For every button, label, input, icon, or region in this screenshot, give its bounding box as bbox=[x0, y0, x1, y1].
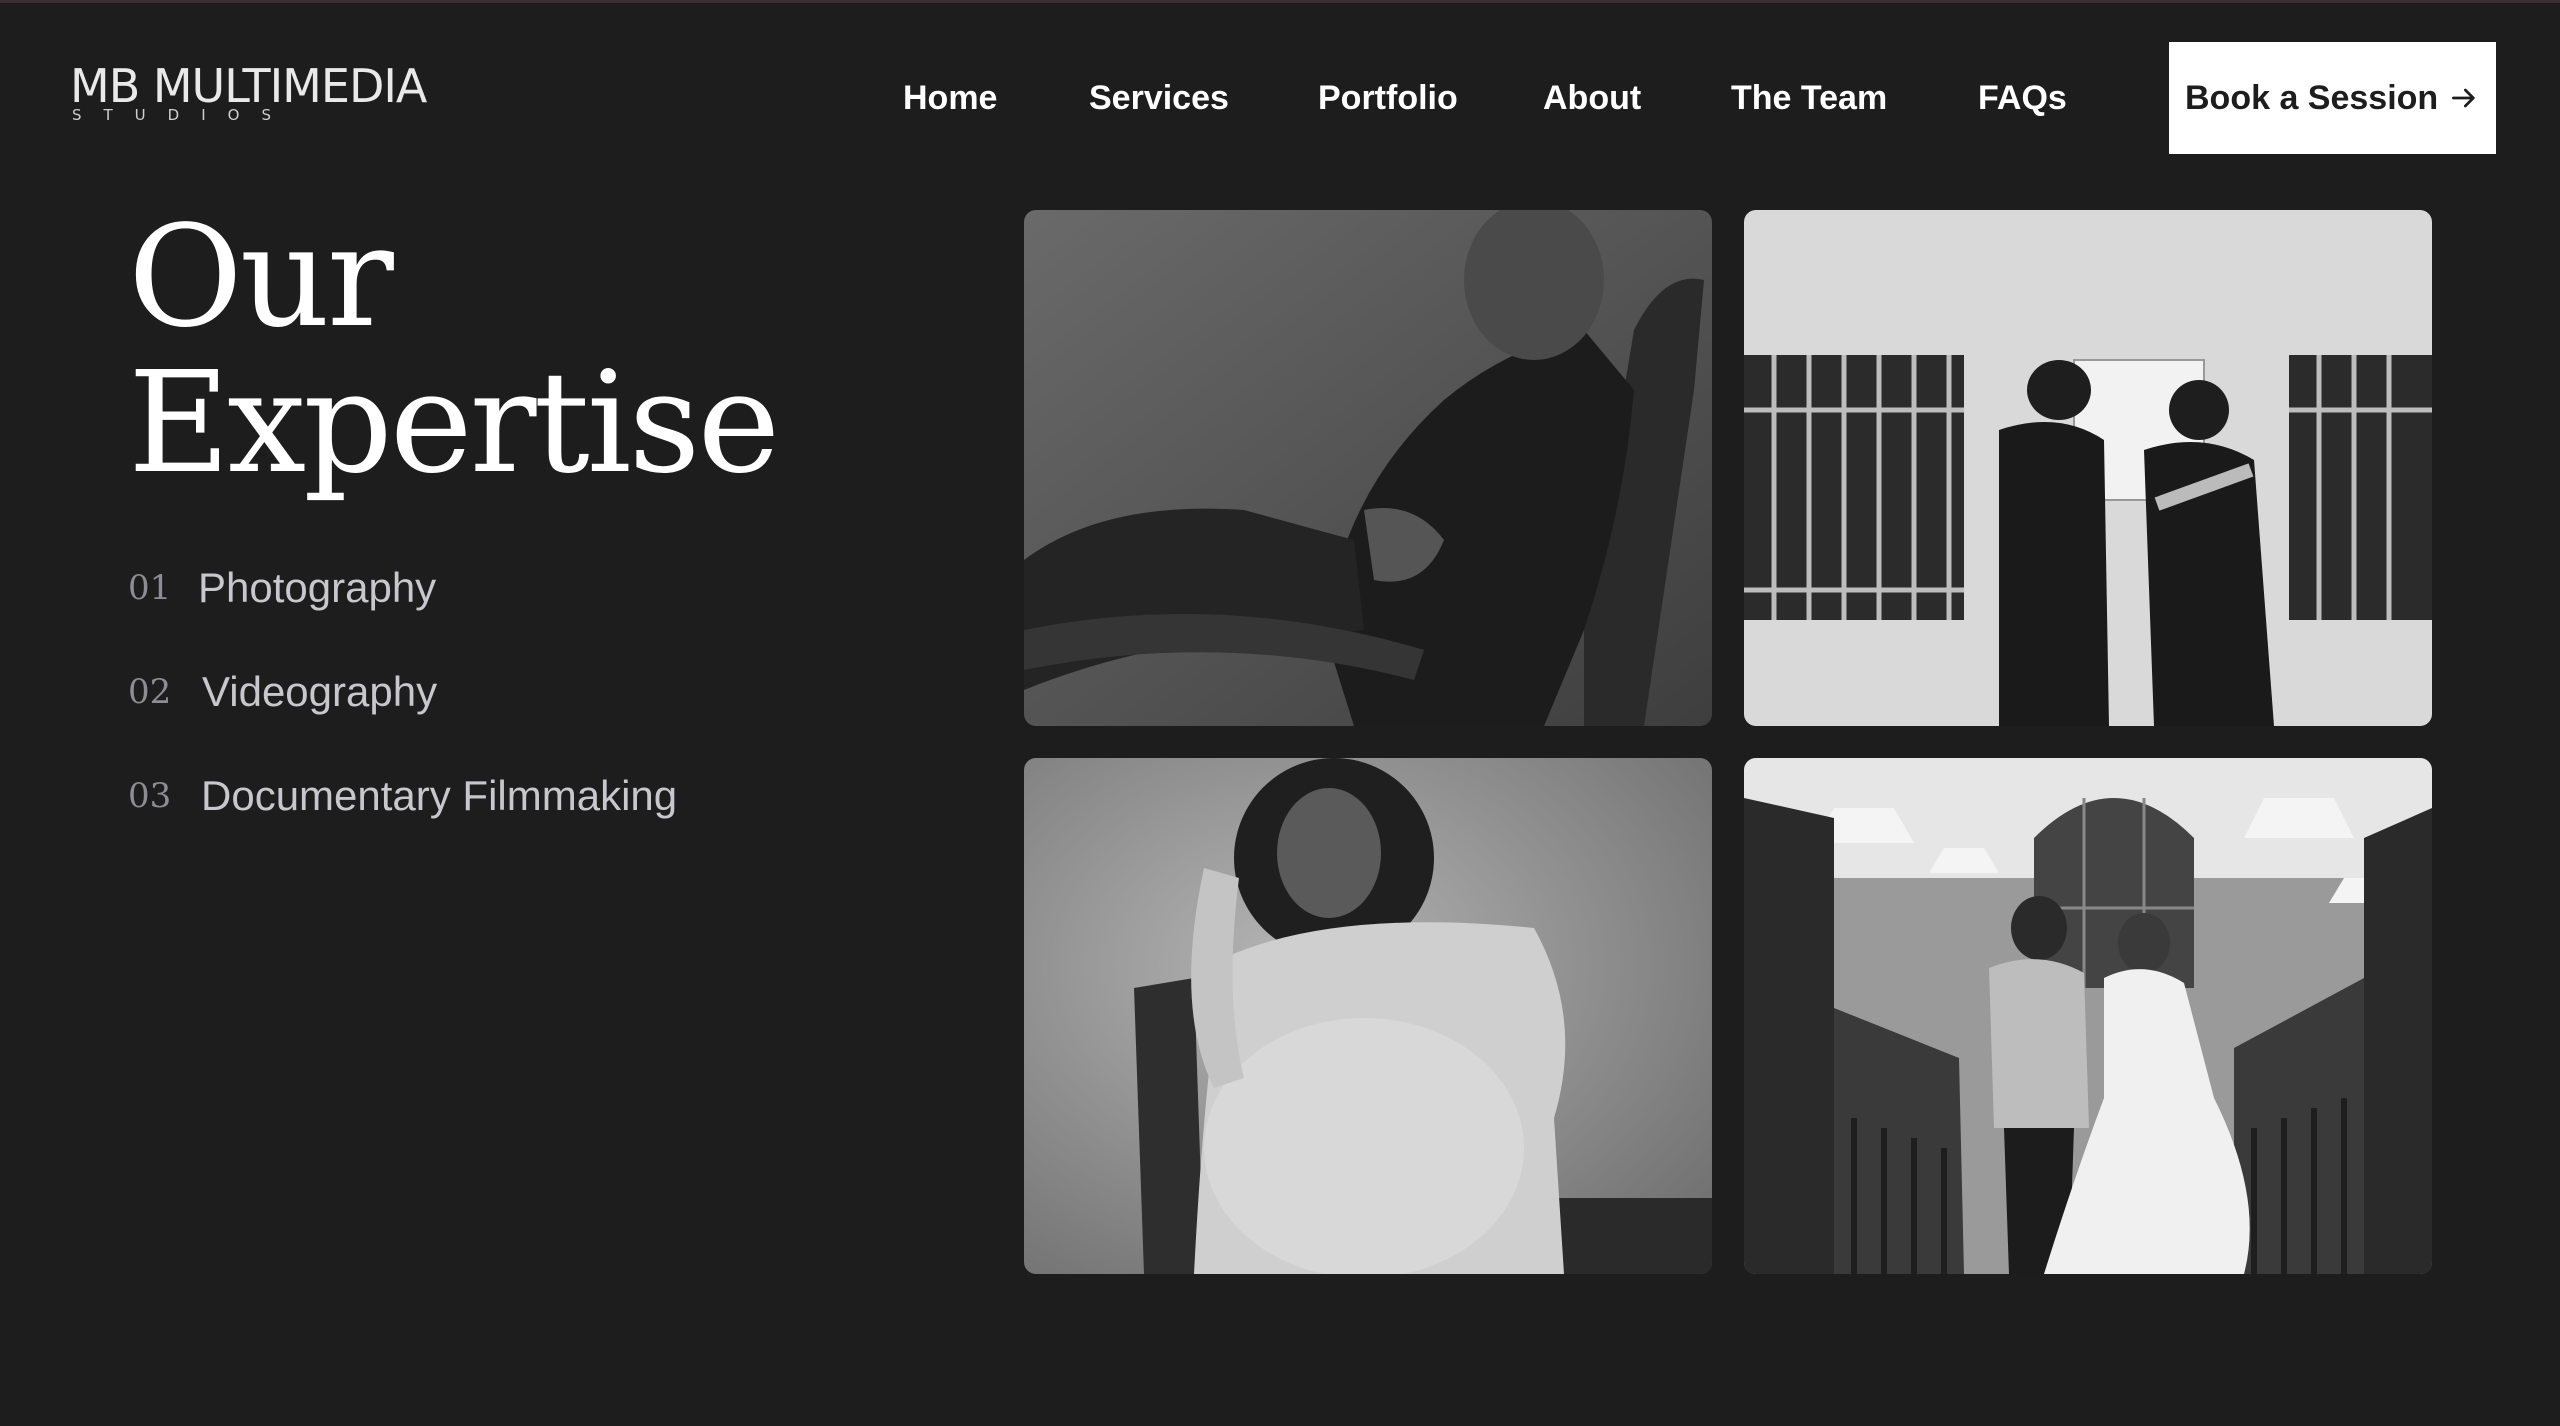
nav-item-portfolio[interactable]: Portfolio bbox=[1318, 70, 1458, 126]
nav-item-home[interactable]: Home bbox=[903, 70, 997, 126]
top-accent-line bbox=[0, 0, 2560, 3]
section-title: Our Expertise bbox=[128, 196, 780, 505]
nav-item-faqs[interactable]: FAQs bbox=[1978, 70, 2067, 126]
maternity-photo bbox=[1024, 758, 1712, 1274]
expertise-item-videography[interactable]: 02 Videography bbox=[128, 664, 928, 768]
wedding-photo bbox=[1744, 758, 2432, 1274]
book-session-label: Book a Session bbox=[2185, 79, 2439, 117]
expertise-label: Videography bbox=[202, 668, 438, 715]
gallery-image-maternity[interactable] bbox=[1024, 758, 1712, 1274]
book-session-button[interactable]: Book a Session bbox=[2169, 42, 2496, 154]
workers-plaque-photo bbox=[1744, 210, 2432, 726]
nav-item-the-team[interactable]: The Team bbox=[1731, 70, 1887, 126]
portrait-man-photo bbox=[1024, 210, 1712, 726]
nav-item-services[interactable]: Services bbox=[1089, 70, 1229, 126]
expertise-number: 02 bbox=[128, 672, 172, 712]
nav-item-about[interactable]: About bbox=[1543, 70, 1641, 126]
gallery-image-workers-plaque[interactable] bbox=[1744, 210, 2432, 726]
arrow-right-icon bbox=[2452, 88, 2475, 108]
expertise-item-documentary-filmmaking[interactable]: 03 Documentary Filmmaking bbox=[128, 768, 928, 872]
expertise-label: Documentary Filmmaking bbox=[201, 772, 678, 819]
expertise-number: 03 bbox=[128, 776, 172, 816]
expertise-label: Photography bbox=[198, 564, 437, 611]
gallery-image-wedding[interactable] bbox=[1744, 758, 2432, 1274]
expertise-item-photography[interactable]: 01 Photography bbox=[128, 560, 928, 664]
expertise-number: 01 bbox=[128, 568, 172, 608]
gallery-image-portrait-man[interactable] bbox=[1024, 210, 1712, 726]
section-title-line-1: Our bbox=[128, 196, 394, 359]
expertise-list: 01 Photography 02 Videography 03 Documen… bbox=[128, 560, 928, 872]
section-title-line-2: Expertise bbox=[128, 342, 780, 505]
